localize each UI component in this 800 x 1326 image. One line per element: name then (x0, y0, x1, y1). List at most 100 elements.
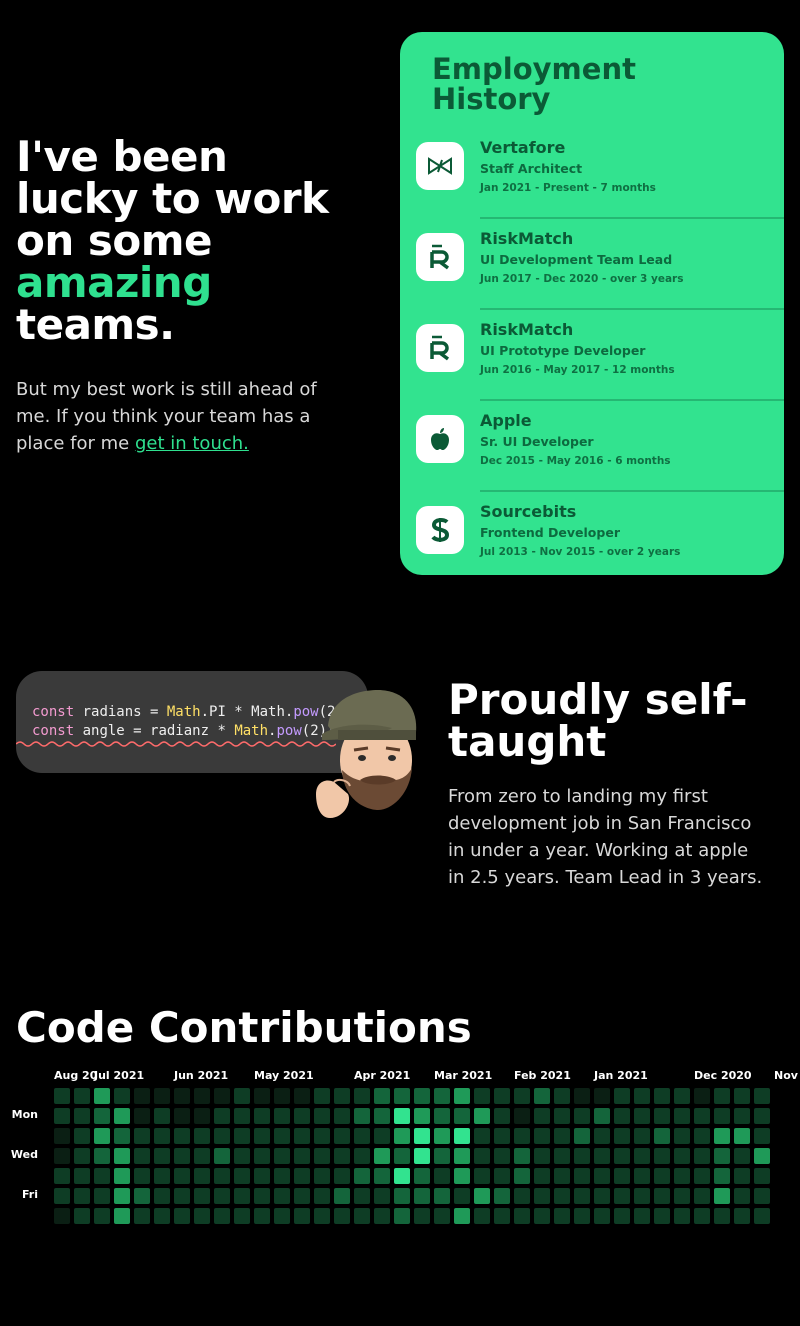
contribution-cell[interactable] (554, 1208, 570, 1224)
contribution-cell[interactable] (214, 1108, 230, 1124)
contribution-cell[interactable] (354, 1208, 370, 1224)
contribution-cell[interactable] (574, 1148, 590, 1164)
contribution-cell[interactable] (534, 1088, 550, 1104)
contribution-cell[interactable] (574, 1208, 590, 1224)
contribution-cell[interactable] (394, 1128, 410, 1144)
contribution-cell[interactable] (134, 1108, 150, 1124)
contribution-cell[interactable] (94, 1188, 110, 1204)
contribution-cell[interactable] (554, 1128, 570, 1144)
contribution-cell[interactable] (134, 1148, 150, 1164)
contribution-cell[interactable] (354, 1108, 370, 1124)
contribution-cell[interactable] (494, 1088, 510, 1104)
contribution-cell[interactable] (554, 1188, 570, 1204)
contribution-cell[interactable] (314, 1108, 330, 1124)
contribution-cell[interactable] (514, 1088, 530, 1104)
contribution-cell[interactable] (54, 1168, 70, 1184)
contribution-cell[interactable] (354, 1188, 370, 1204)
contribution-cell[interactable] (114, 1088, 130, 1104)
contribution-cell[interactable] (734, 1168, 750, 1184)
contribution-cell[interactable] (534, 1108, 550, 1124)
contribution-cell[interactable] (714, 1128, 730, 1144)
contribution-cell[interactable] (494, 1168, 510, 1184)
contribution-cell[interactable] (494, 1128, 510, 1144)
contribution-cell[interactable] (454, 1128, 470, 1144)
contribution-cell[interactable] (274, 1208, 290, 1224)
contribution-cell[interactable] (674, 1148, 690, 1164)
contribution-cell[interactable] (374, 1128, 390, 1144)
contribution-cell[interactable] (134, 1208, 150, 1224)
contribution-cell[interactable] (514, 1168, 530, 1184)
contribution-cell[interactable] (514, 1188, 530, 1204)
contribution-cell[interactable] (434, 1168, 450, 1184)
contribution-cell[interactable] (274, 1128, 290, 1144)
contribution-cell[interactable] (214, 1148, 230, 1164)
contribution-cell[interactable] (614, 1128, 630, 1144)
contribution-cell[interactable] (434, 1088, 450, 1104)
contribution-cell[interactable] (454, 1168, 470, 1184)
contribution-cell[interactable] (334, 1108, 350, 1124)
contribution-cell[interactable] (314, 1088, 330, 1104)
contribution-cell[interactable] (534, 1148, 550, 1164)
contribution-cell[interactable] (234, 1208, 250, 1224)
contribution-cell[interactable] (314, 1148, 330, 1164)
contribution-cell[interactable] (474, 1148, 490, 1164)
contribution-cell[interactable] (254, 1188, 270, 1204)
contribution-cell[interactable] (274, 1188, 290, 1204)
contribution-cell[interactable] (454, 1088, 470, 1104)
contribution-cell[interactable] (274, 1168, 290, 1184)
contribution-cell[interactable] (594, 1168, 610, 1184)
contribution-cell[interactable] (194, 1208, 210, 1224)
contribution-cell[interactable] (514, 1108, 530, 1124)
contribution-cell[interactable] (214, 1188, 230, 1204)
contribution-cell[interactable] (234, 1088, 250, 1104)
contribution-cell[interactable] (494, 1188, 510, 1204)
contribution-cell[interactable] (694, 1188, 710, 1204)
contribution-cell[interactable] (194, 1108, 210, 1124)
contribution-cell[interactable] (74, 1208, 90, 1224)
contribution-cell[interactable] (254, 1088, 270, 1104)
contribution-cell[interactable] (654, 1188, 670, 1204)
contribution-cell[interactable] (694, 1088, 710, 1104)
contribution-cell[interactable] (654, 1128, 670, 1144)
contribution-cell[interactable] (474, 1108, 490, 1124)
contribution-cell[interactable] (754, 1188, 770, 1204)
contribution-cell[interactable] (654, 1088, 670, 1104)
contribution-cell[interactable] (254, 1208, 270, 1224)
contribution-cell[interactable] (694, 1148, 710, 1164)
contribution-cell[interactable] (174, 1088, 190, 1104)
contribution-cell[interactable] (254, 1168, 270, 1184)
contribution-cell[interactable] (714, 1168, 730, 1184)
contribution-cell[interactable] (214, 1128, 230, 1144)
contribution-cell[interactable] (434, 1148, 450, 1164)
contribution-cell[interactable] (514, 1128, 530, 1144)
contribution-cell[interactable] (414, 1088, 430, 1104)
contribution-cell[interactable] (474, 1168, 490, 1184)
contribution-cell[interactable] (694, 1168, 710, 1184)
contribution-cell[interactable] (134, 1088, 150, 1104)
contribution-cell[interactable] (574, 1108, 590, 1124)
contribution-cell[interactable] (494, 1148, 510, 1164)
contribution-cell[interactable] (234, 1148, 250, 1164)
contribution-cell[interactable] (594, 1128, 610, 1144)
contribution-cell[interactable] (194, 1168, 210, 1184)
contribution-cell[interactable] (434, 1108, 450, 1124)
contribution-cell[interactable] (374, 1208, 390, 1224)
contribution-cell[interactable] (594, 1148, 610, 1164)
contribution-cell[interactable] (54, 1148, 70, 1164)
contribution-cell[interactable] (614, 1108, 630, 1124)
contribution-cell[interactable] (114, 1188, 130, 1204)
contribution-cell[interactable] (54, 1208, 70, 1224)
contribution-cell[interactable] (554, 1108, 570, 1124)
contribution-cell[interactable] (314, 1208, 330, 1224)
contribution-cell[interactable] (314, 1168, 330, 1184)
contribution-cell[interactable] (614, 1208, 630, 1224)
contribution-cell[interactable] (634, 1108, 650, 1124)
contribution-cell[interactable] (294, 1128, 310, 1144)
contribution-cell[interactable] (554, 1088, 570, 1104)
contribution-cell[interactable] (194, 1148, 210, 1164)
contribution-cell[interactable] (414, 1188, 430, 1204)
contribution-cell[interactable] (534, 1188, 550, 1204)
contribution-cell[interactable] (154, 1088, 170, 1104)
contribution-cell[interactable] (154, 1168, 170, 1184)
contribution-cell[interactable] (534, 1168, 550, 1184)
